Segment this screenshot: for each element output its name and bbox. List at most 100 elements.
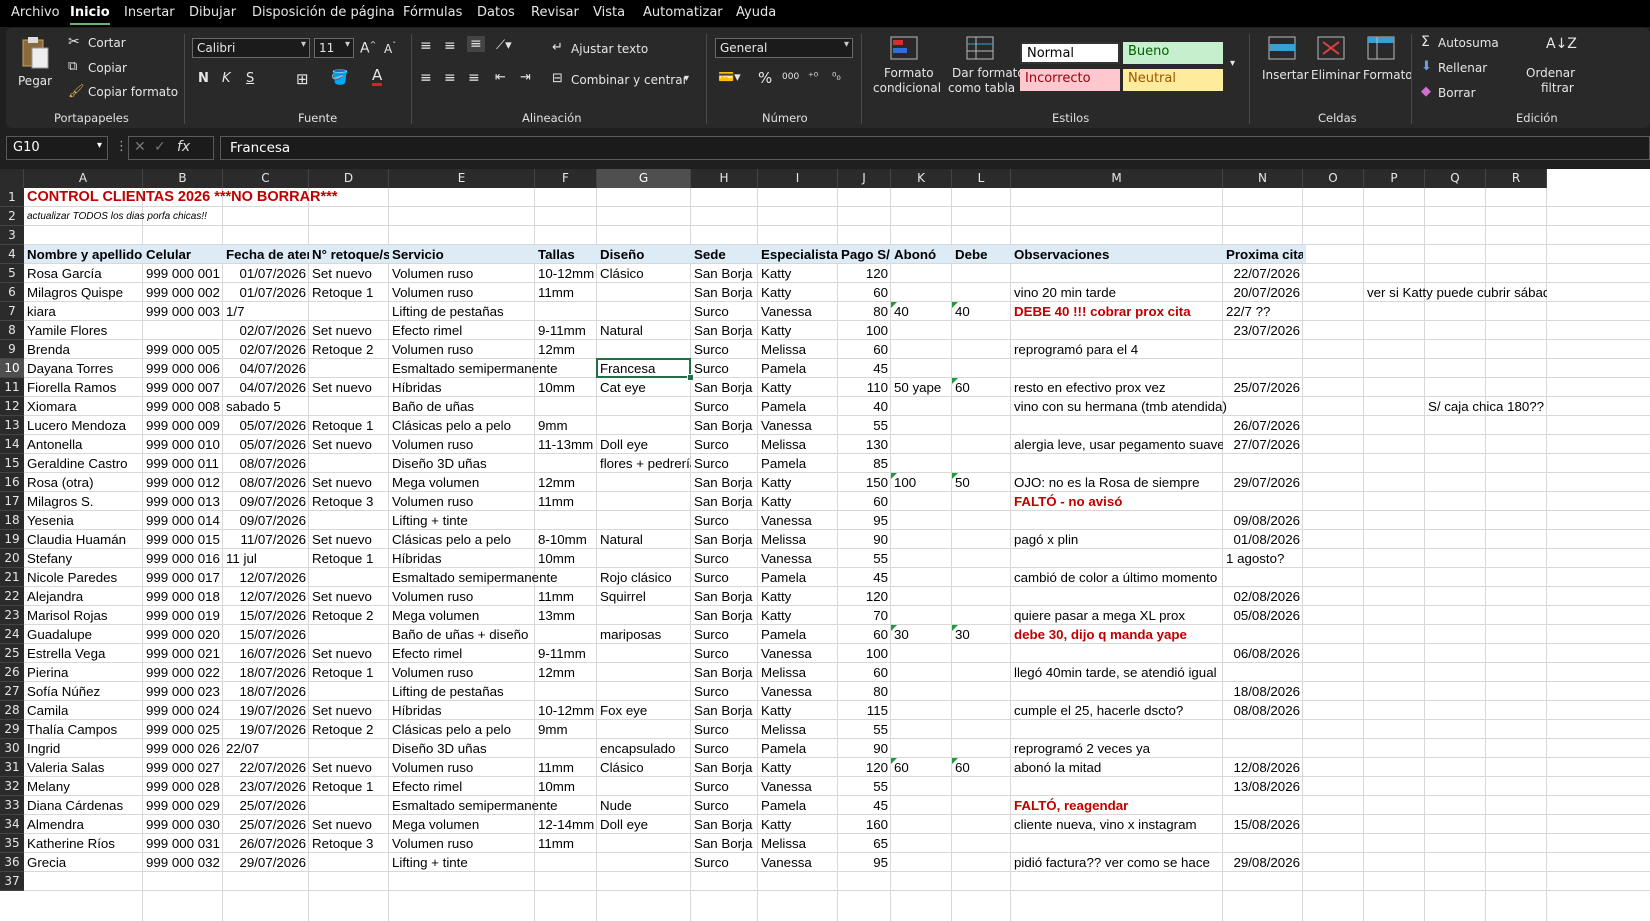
row-header-12[interactable]: 12	[0, 397, 24, 416]
merge-center-button[interactable]: Combinar y centrar	[571, 73, 688, 87]
grow-font-icon[interactable]: A^	[360, 40, 376, 57]
fill-handle[interactable]	[687, 374, 694, 381]
cell-A33[interactable]: Diana Cárdenas	[24, 796, 143, 815]
cell-E34[interactable]: Mega volumen	[389, 815, 535, 834]
cell-J22[interactable]: 120	[838, 587, 891, 606]
column-header-D[interactable]: D	[309, 169, 389, 188]
cell-I34[interactable]: Katty	[758, 815, 838, 834]
italic-button[interactable]: K	[222, 71, 231, 86]
cell-H36[interactable]: Surco	[691, 853, 758, 872]
cell-E12[interactable]: Baño de uñas	[389, 397, 691, 416]
cell-A27[interactable]: Sofía Núñez	[24, 682, 143, 701]
cell-J15[interactable]: 85	[838, 454, 891, 473]
row-header-3[interactable]: 3	[0, 226, 24, 245]
cell-N16[interactable]: 29/07/2026	[1223, 473, 1303, 492]
row-header-33[interactable]: 33	[0, 796, 24, 815]
cell-F4[interactable]: Tallas	[535, 245, 597, 264]
column-header-E[interactable]: E	[389, 169, 535, 188]
cut-button[interactable]: Cortar	[88, 36, 126, 50]
row-header-14[interactable]: 14	[0, 435, 24, 454]
cell-C26[interactable]: 18/07/2026	[223, 663, 309, 682]
cell-E6[interactable]: Volumen ruso	[389, 283, 535, 302]
cell-B4[interactable]: Celular	[143, 245, 223, 264]
cell-N25[interactable]: 06/08/2026	[1223, 644, 1303, 663]
cell-F13[interactable]: 9mm	[535, 416, 691, 435]
cell-C24[interactable]: 15/07/2026	[223, 625, 309, 644]
cell-J9[interactable]: 60	[838, 340, 891, 359]
orientation-icon[interactable]: ⟋▾	[496, 38, 512, 53]
cell-B24[interactable]: 999 000 020	[143, 625, 223, 644]
cell-D4[interactable]: N° retoque/sesión	[309, 245, 389, 264]
cell-C12[interactable]: sabado 5	[223, 397, 389, 416]
row-header-19[interactable]: 19	[0, 530, 24, 549]
cell-B26[interactable]: 999 000 022	[143, 663, 223, 682]
cell-F19[interactable]: 8-10mm	[535, 530, 597, 549]
cell-I32[interactable]: Vanessa	[758, 777, 838, 796]
format-painter-button[interactable]: Copiar formato	[88, 85, 178, 99]
cell-N5[interactable]: 22/07/2026	[1223, 264, 1303, 283]
cell-B16[interactable]: 999 000 012	[143, 473, 223, 492]
cell-D5[interactable]: Set nuevo	[309, 264, 389, 283]
cell-D29[interactable]: Retoque 2	[309, 720, 389, 739]
cell-E20[interactable]: Híbridas	[389, 549, 535, 568]
cell-A13[interactable]: Lucero Mendoza	[24, 416, 143, 435]
enter-icon[interactable]: ✓	[154, 139, 166, 155]
conditional-format-button[interactable]: Formato condicional	[872, 34, 942, 104]
column-header-J[interactable]: J	[838, 169, 891, 188]
cell-E21[interactable]: Esmaltado semipermanente	[389, 568, 597, 587]
cell-A16[interactable]: Rosa (otra)	[24, 473, 143, 492]
cell-A11[interactable]: Fiorella Ramos	[24, 378, 143, 397]
cell-H19[interactable]: San Borja	[691, 530, 758, 549]
cell-C5[interactable]: 01/07/2026	[223, 264, 309, 283]
styles-more-icon[interactable]: ▾	[1230, 58, 1235, 69]
cell-I7[interactable]: Vanessa	[758, 302, 838, 321]
cell-H11[interactable]: San Borja	[691, 378, 758, 397]
cell-F35[interactable]: 11mm	[535, 834, 691, 853]
cell-C33[interactable]: 25/07/2026	[223, 796, 309, 815]
column-header-P[interactable]: P	[1364, 169, 1425, 188]
cell-A1[interactable]: CONTROL CLIENTAS 2026 ***NO BORRAR***	[24, 188, 1547, 207]
cell-B10[interactable]: 999 000 006	[143, 359, 223, 378]
cell-A30[interactable]: Ingrid	[24, 739, 143, 758]
style-neutral[interactable]: Neutral	[1123, 69, 1223, 91]
cell-D35[interactable]: Retoque 3	[309, 834, 389, 853]
cell-I13[interactable]: Vanessa	[758, 416, 838, 435]
cell-A2[interactable]: actualizar TODOS los dias porfa chicas!!	[24, 207, 1547, 226]
cell-B5[interactable]: 999 000 001	[143, 264, 223, 283]
cell-A6[interactable]: Milagros Quispe	[24, 283, 143, 302]
cell-H6[interactable]: San Borja	[691, 283, 758, 302]
cell-H34[interactable]: San Borja	[691, 815, 758, 834]
cell-E22[interactable]: Volumen ruso	[389, 587, 535, 606]
cell-J20[interactable]: 55	[838, 549, 891, 568]
cancel-icon[interactable]: ✕	[134, 139, 146, 155]
cell-C15[interactable]: 08/07/2026	[223, 454, 309, 473]
cell-I12[interactable]: Pamela	[758, 397, 838, 416]
cell-D32[interactable]: Retoque 1	[309, 777, 389, 796]
cell-J34[interactable]: 160	[838, 815, 891, 834]
cell-B30[interactable]: 999 000 026	[143, 739, 223, 758]
cell-A25[interactable]: Estrella Vega	[24, 644, 143, 663]
cell-I20[interactable]: Vanessa	[758, 549, 838, 568]
row-header-9[interactable]: 9	[0, 340, 24, 359]
font-color-icon[interactable]: A	[372, 68, 383, 86]
cell-B25[interactable]: 999 000 021	[143, 644, 223, 663]
cell-E29[interactable]: Clásicas pelo a pelo	[389, 720, 535, 739]
cell-I11[interactable]: Katty	[758, 378, 838, 397]
cell-H32[interactable]: Surco	[691, 777, 758, 796]
cell-F20[interactable]: 10mm	[535, 549, 691, 568]
cell-J11[interactable]: 110	[838, 378, 891, 397]
cell-J32[interactable]: 55	[838, 777, 891, 796]
cell-N34[interactable]: 15/08/2026	[1223, 815, 1303, 834]
cell-A5[interactable]: Rosa García	[24, 264, 143, 283]
cell-I18[interactable]: Vanessa	[758, 511, 838, 530]
cell-E23[interactable]: Mega volumen	[389, 606, 535, 625]
menu-insertar[interactable]: Insertar	[124, 5, 175, 20]
cell-A28[interactable]: Camila	[24, 701, 143, 720]
cell-F34[interactable]: 12-14mm	[535, 815, 597, 834]
cell-E11[interactable]: Híbridas	[389, 378, 535, 397]
column-header-G[interactable]: G	[597, 169, 691, 188]
cell-N7[interactable]: 22/7 ??	[1223, 302, 1547, 321]
cell-F8[interactable]: 9-11mm	[535, 321, 597, 340]
copy-button[interactable]: Copiar	[88, 61, 127, 75]
align-middle-icon[interactable]: ≡	[444, 38, 456, 54]
